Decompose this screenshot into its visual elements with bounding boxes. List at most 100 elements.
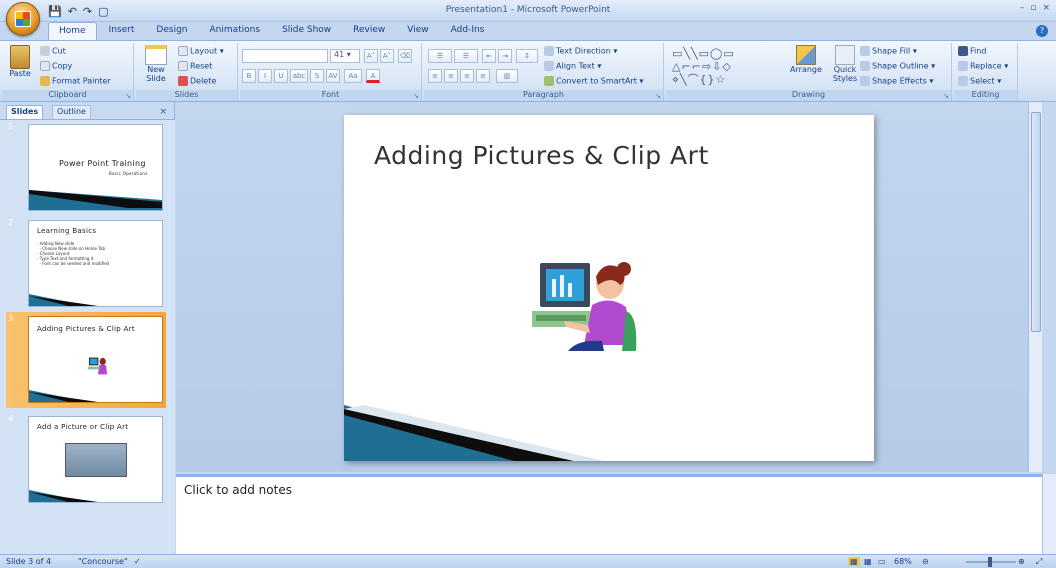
bold-button[interactable]: B: [242, 69, 256, 83]
minimize-button[interactable]: –: [1020, 3, 1025, 13]
find-button[interactable]: Find: [958, 46, 986, 56]
slideshow-view-icon[interactable]: ▭: [878, 557, 886, 566]
decrease-indent-button[interactable]: ⇤: [482, 49, 496, 63]
tab-home[interactable]: Home: [48, 22, 97, 40]
dialog-launcher-icon[interactable]: ↘: [125, 92, 131, 100]
shape-effects-button[interactable]: Shape Effects ▾: [860, 76, 933, 86]
font-name-combo[interactable]: [242, 49, 328, 63]
align-left-button[interactable]: ≡: [428, 69, 442, 83]
current-slide[interactable]: Adding Pictures & Clip Art: [344, 115, 874, 461]
zoom-level[interactable]: 68%: [894, 557, 912, 566]
help-icon[interactable]: ?: [1036, 25, 1048, 37]
align-text-icon: [544, 61, 554, 71]
arrange-button[interactable]: Arrange: [786, 45, 826, 74]
change-case-button[interactable]: Aa: [344, 69, 362, 83]
computer-user-clipart-icon[interactable]: [528, 255, 640, 351]
font-size-combo[interactable]: 41 ▾: [330, 49, 360, 63]
vertical-scrollbar[interactable]: [1028, 102, 1042, 472]
tab-design[interactable]: Design: [146, 22, 197, 40]
dialog-launcher-icon[interactable]: ↘: [413, 92, 419, 100]
workspace: Slides Outline × 1 Power Point Training …: [0, 102, 1056, 554]
font-color-button[interactable]: A: [366, 69, 380, 83]
tab-slides[interactable]: Slides: [6, 105, 44, 119]
tab-add-ins[interactable]: Add-Ins: [441, 22, 495, 40]
shape-fill-button[interactable]: Shape Fill ▾: [860, 46, 917, 56]
notes-placeholder[interactable]: Click to add notes: [184, 483, 292, 497]
shrink-font-button[interactable]: A˅: [380, 49, 394, 63]
restore-button[interactable]: ▫: [1030, 3, 1036, 13]
new-slide-button[interactable]: New Slide: [140, 45, 172, 83]
slide-thumbnail-2[interactable]: 2 Learning Basics - Adding New slide - C…: [6, 216, 166, 307]
select-button[interactable]: Select ▾: [958, 76, 1001, 86]
notes-pane[interactable]: Click to add notes: [176, 474, 1042, 554]
sorter-view-icon[interactable]: ▦: [864, 557, 872, 566]
editing-group: Find Replace ▾ Select ▾ Editing: [954, 43, 1018, 101]
normal-view-icon[interactable]: ▦: [848, 557, 860, 566]
text-direction-button[interactable]: Text Direction ▾: [544, 46, 617, 56]
zoom-in-icon[interactable]: ⊕: [1018, 557, 1025, 566]
slides-group-label: Slides: [136, 90, 237, 101]
italic-button[interactable]: I: [258, 69, 272, 83]
delete-button[interactable]: Delete: [178, 76, 216, 86]
character-spacing-button[interactable]: AV: [326, 69, 340, 83]
slide-thumbnail-1[interactable]: 1 Power Point Training Basic Operations: [6, 120, 166, 211]
status-bar: Slide 3 of 4 "Concourse" ✓ ▦ ▦ ▭ 68% ⊖ ⊕…: [0, 554, 1056, 568]
shapes-gallery[interactable]: ▭╲╲▭◯▭ △⌐⌐⇨⇩◇ ⋄╲⌒{}☆: [672, 47, 776, 87]
arrange-icon: [796, 45, 816, 65]
close-button[interactable]: ×: [1042, 3, 1050, 13]
copy-button[interactable]: Copy: [40, 61, 72, 71]
align-right-button[interactable]: ≡: [460, 69, 474, 83]
layout-button[interactable]: Layout ▾: [178, 46, 224, 56]
fit-window-icon[interactable]: ⤢: [1036, 557, 1042, 567]
slide-title[interactable]: Adding Pictures & Clip Art: [374, 141, 709, 170]
columns-button[interactable]: ▥: [496, 69, 518, 83]
scrollbar-thumb[interactable]: [1031, 112, 1041, 332]
slides-panel: Slides Outline × 1 Power Point Training …: [0, 102, 175, 554]
zoom-out-icon[interactable]: ⊖: [922, 557, 929, 566]
zoom-slider-thumb[interactable]: [988, 557, 992, 567]
format-painter-button[interactable]: Format Painter: [40, 76, 111, 86]
office-button[interactable]: [6, 2, 40, 36]
thumbnail-title: Power Point Training: [59, 159, 146, 168]
ribbon-tabs: Home Insert Design Animations Slide Show…: [48, 22, 494, 40]
justify-button[interactable]: ≡: [476, 69, 490, 83]
replace-button[interactable]: Replace ▾: [958, 61, 1008, 71]
bullets-button[interactable]: ☰: [428, 49, 452, 63]
underline-button[interactable]: U: [274, 69, 288, 83]
zoom-slider[interactable]: [966, 557, 1016, 567]
paste-button[interactable]: Paste: [6, 45, 34, 78]
shadow-button[interactable]: S: [310, 69, 324, 83]
tab-insert[interactable]: Insert: [99, 22, 145, 40]
tab-view[interactable]: View: [397, 22, 438, 40]
close-panel-icon[interactable]: ×: [159, 107, 167, 117]
slide-number: 1: [8, 122, 14, 131]
tab-outline[interactable]: Outline: [52, 105, 91, 119]
layout-icon: [178, 46, 188, 56]
clear-format-button[interactable]: ⌫: [398, 49, 412, 63]
cut-button[interactable]: Cut: [40, 46, 66, 56]
clipboard-icon: [10, 45, 30, 69]
tab-slide-show[interactable]: Slide Show: [272, 22, 341, 40]
tab-review[interactable]: Review: [343, 22, 395, 40]
line-spacing-button[interactable]: ↕: [516, 49, 538, 63]
office-logo-icon: [15, 11, 31, 27]
align-center-button[interactable]: ≡: [444, 69, 458, 83]
quick-styles-button[interactable]: Quick Styles: [828, 45, 862, 83]
grow-font-button[interactable]: A˄: [364, 49, 378, 63]
slide-thumbnail-4[interactable]: 4 Add a Picture or Clip Art: [6, 412, 166, 503]
tab-animations[interactable]: Animations: [199, 22, 270, 40]
dialog-launcher-icon[interactable]: ↘: [655, 92, 661, 100]
slide-thumbnail-3[interactable]: 3 Adding Pictures & Clip Art: [6, 312, 166, 408]
dialog-launcher-icon[interactable]: ↘: [943, 92, 949, 100]
notes-scrollbar[interactable]: [1042, 474, 1056, 554]
align-text-button[interactable]: Align Text ▾: [544, 61, 601, 71]
spell-check-icon[interactable]: ✓: [134, 557, 141, 566]
font-group-label: Font: [240, 90, 421, 101]
shape-outline-button[interactable]: Shape Outline ▾: [860, 61, 935, 71]
quick-styles-icon: [835, 45, 855, 65]
convert-smartart-button[interactable]: Convert to SmartArt ▾: [544, 76, 643, 86]
reset-button[interactable]: Reset: [178, 61, 212, 71]
numbering-button[interactable]: ☰: [454, 49, 478, 63]
increase-indent-button[interactable]: ⇥: [498, 49, 512, 63]
strikethrough-button[interactable]: abc: [290, 69, 308, 83]
